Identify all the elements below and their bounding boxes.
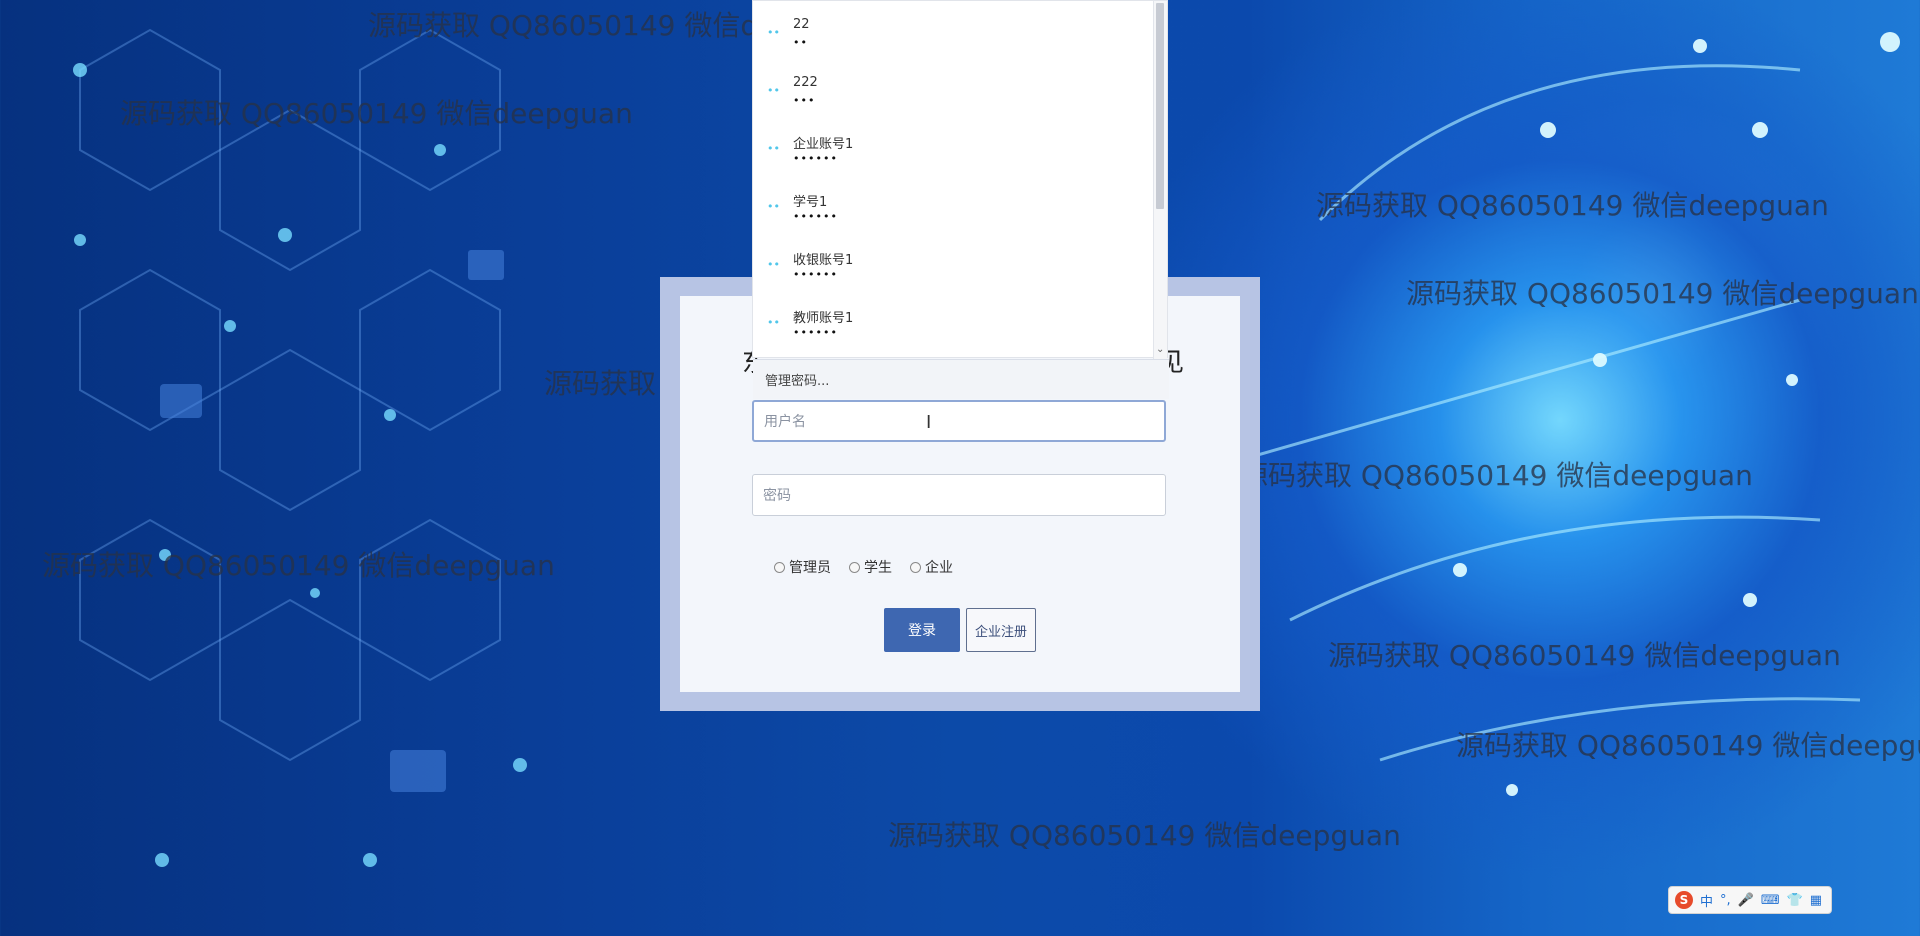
entry-password-mask: •••••• [793, 210, 838, 223]
autocomplete-entry[interactable]: •• 学号1 •••••• [753, 175, 1155, 233]
password-input[interactable] [752, 474, 1166, 516]
entry-password-mask: •••••• [793, 268, 838, 281]
role-student-radio[interactable]: 学生 [849, 557, 892, 577]
key-icon: •• [767, 142, 780, 155]
key-icon: •• [767, 258, 780, 271]
watermark-text: 源码获取 QQ86050149 微信deepguan [1316, 189, 1829, 222]
radio-icon [849, 561, 860, 573]
role-admin-label: 管理员 [789, 560, 831, 576]
entry-username: 学号1 [793, 195, 828, 210]
register-button[interactable]: 企业注册 [966, 608, 1036, 652]
autocomplete-entry[interactable]: •• 收银账号1 •••••• [753, 233, 1155, 291]
watermark-text: 源码获取 QQ86050149 微信deepguan [120, 97, 633, 130]
login-button[interactable]: 登录 [884, 608, 960, 652]
chevron-down-icon[interactable]: ⌄ [1156, 345, 1166, 355]
toolbox-icon[interactable]: ▦ [1810, 893, 1822, 908]
watermark-text: 源码获取 QQ86050149 微信deepguan [1328, 639, 1841, 672]
text-cursor-icon: I [926, 412, 932, 433]
autocomplete-entry[interactable]: •• 22 •• [753, 1, 1155, 59]
skin-icon[interactable]: 👕 [1787, 893, 1803, 908]
entry-password-mask: •• [793, 36, 808, 49]
ime-mode-toggle[interactable]: 中 [1700, 891, 1713, 910]
key-icon: •• [767, 84, 780, 97]
key-icon: •• [767, 26, 780, 39]
manage-passwords-label: 管理密码... [765, 374, 830, 389]
entry-username: 教师账号1 [793, 311, 854, 326]
scrollbar-thumb[interactable] [1156, 3, 1164, 209]
watermark-text: 源码获取 QQ86050149 微信deepguan [42, 549, 555, 582]
entry-username: 222 [793, 75, 818, 90]
watermark-text: 源码获取 QQ86050149 微信deepguan [1456, 729, 1920, 762]
autocomplete-entry[interactable]: •• 企业账号1 •••••• [753, 117, 1155, 175]
role-admin-radio[interactable]: 管理员 [774, 557, 831, 577]
username-input[interactable] [752, 400, 1166, 442]
autocomplete-dropdown: •• 22 •• •• 222 ••• •• 企业账号1 •••••• •• 学… [752, 0, 1169, 399]
radio-icon [774, 561, 785, 573]
entry-username: 企业账号1 [793, 137, 854, 152]
key-icon: •• [767, 200, 780, 213]
entry-username: 收银账号1 [793, 253, 854, 268]
watermark-text: 源码获取 QQ86050149 微信deepguan [1406, 277, 1919, 310]
keyboard-icon[interactable]: ⌨ [1761, 893, 1780, 908]
role-selector: 管理员 学生 企业 [774, 557, 953, 577]
autocomplete-list: •• 22 •• •• 222 ••• •• 企业账号1 •••••• •• 学… [753, 1, 1155, 359]
key-icon: •• [767, 316, 780, 329]
radio-icon [910, 561, 921, 573]
punctuation-icon[interactable]: °, [1720, 893, 1731, 908]
microphone-icon[interactable]: 🎤 [1738, 893, 1754, 908]
watermark-text: 源码获取 QQ86050149 微信deepguan [1240, 459, 1753, 492]
sogou-logo-icon[interactable]: S [1675, 891, 1693, 909]
role-student-label: 学生 [864, 560, 892, 576]
dropdown-scrollbar[interactable]: ⌄ [1153, 1, 1167, 359]
role-company-label: 企业 [925, 560, 953, 576]
entry-password-mask: •••••• [793, 326, 838, 339]
manage-passwords-row[interactable]: 管理密码... [753, 359, 1169, 399]
entry-password-mask: •••••• [793, 152, 838, 165]
role-company-radio[interactable]: 企业 [910, 557, 953, 577]
autocomplete-entry[interactable]: •• 教师账号1 •••••• [753, 291, 1155, 349]
autocomplete-entry[interactable]: •• 222 ••• [753, 59, 1155, 117]
entry-username: 22 [793, 17, 810, 32]
entry-password-mask: ••• [793, 94, 816, 107]
ime-toolbar: S 中 °, 🎤 ⌨ 👕 ▦ [1668, 886, 1832, 914]
watermark-text: 源码获取 QQ86050149 微信deepguan [888, 819, 1401, 852]
